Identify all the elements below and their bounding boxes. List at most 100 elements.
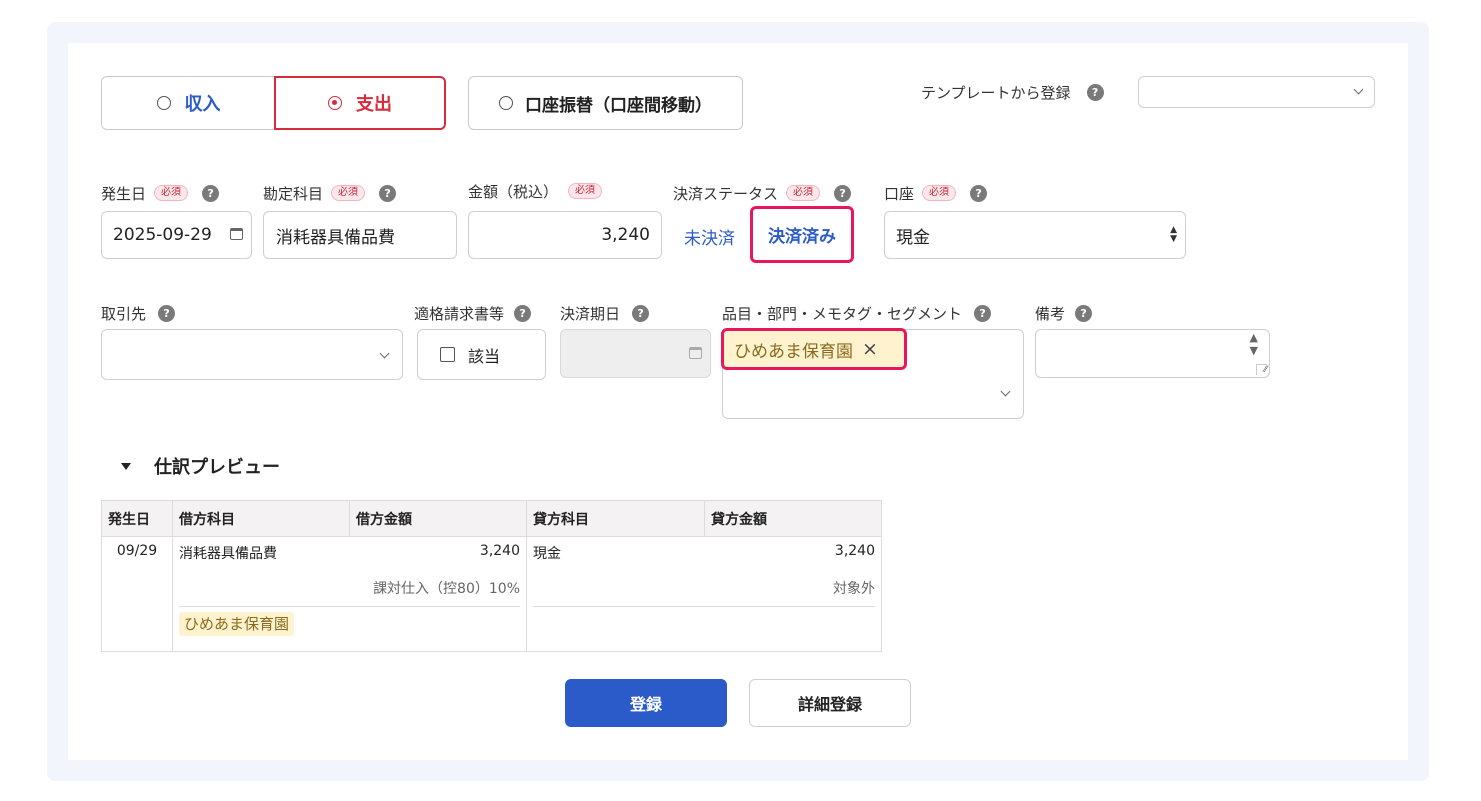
wallet-value: 現金 bbox=[896, 227, 930, 248]
invoice-label-row: 適格請求書等 ? bbox=[414, 303, 532, 323]
credit-cell: 現金 3,240 対象外 bbox=[526, 536, 882, 652]
remarks-label-row: 備考 ? bbox=[1035, 303, 1093, 323]
register-button[interactable]: 登録 bbox=[565, 679, 727, 727]
income-radio[interactable]: 収入 bbox=[101, 76, 276, 130]
detail-register-button[interactable]: 詳細登録 bbox=[749, 679, 911, 727]
checkbox-icon[interactable] bbox=[440, 347, 455, 362]
date-cell: 09/29 bbox=[101, 536, 173, 652]
required-badge: 必須 bbox=[922, 185, 957, 201]
expense-label: 支出 bbox=[356, 94, 392, 115]
date-value: 2025-09-29 bbox=[113, 225, 212, 245]
due-date-input bbox=[560, 329, 711, 378]
credit-account: 現金 bbox=[533, 546, 561, 562]
settled-label: 決済済み bbox=[768, 227, 836, 247]
debit-amount: 3,240 bbox=[479, 543, 520, 559]
help-icon[interactable]: ? bbox=[1086, 83, 1104, 101]
help-icon[interactable]: ? bbox=[834, 184, 852, 202]
debit-tag: ひめあま保育園 bbox=[179, 612, 295, 636]
close-icon[interactable]: × bbox=[862, 338, 878, 360]
credit-line: 現金 3,240 bbox=[533, 543, 875, 563]
header-date: 発生日 bbox=[101, 500, 173, 537]
wallet-select[interactable]: 現金 ▲ ▼ bbox=[884, 211, 1186, 259]
radio-icon bbox=[499, 96, 513, 110]
header-debit-account: 借方科目 bbox=[172, 500, 350, 537]
help-icon[interactable]: ? bbox=[974, 304, 992, 322]
help-icon[interactable]: ? bbox=[514, 304, 532, 322]
help-icon[interactable]: ? bbox=[379, 184, 397, 202]
amount-label-row: 金額（税込） 必須 bbox=[468, 181, 603, 201]
amount-label: 金額（税込） bbox=[468, 182, 559, 201]
header-credit-account: 貸方科目 bbox=[526, 500, 705, 537]
remarks-textarea[interactable]: ▲ ▼ ⁄⁄ bbox=[1035, 329, 1270, 378]
due-date-label-row: 決済期日 ? bbox=[560, 303, 650, 323]
credit-amount: 3,240 bbox=[834, 543, 875, 559]
unsettled-label: 未決済 bbox=[684, 229, 735, 249]
account-item-value: 消耗器具備品費 bbox=[276, 227, 395, 248]
resize-handle-icon[interactable]: ⁄⁄ bbox=[1256, 364, 1267, 375]
preview-toggle[interactable]: 仕訳プレビュー bbox=[121, 453, 280, 479]
register-label: 登録 bbox=[629, 695, 662, 714]
tags-label: 品目・部門・メモタグ・セグメント bbox=[722, 304, 963, 323]
settlement-settled-option[interactable]: 決済済み bbox=[750, 206, 854, 263]
chevron-down-icon bbox=[379, 348, 390, 359]
required-badge: 必須 bbox=[786, 185, 821, 201]
settlement-label-row: 決済ステータス 必須 ? bbox=[673, 183, 852, 203]
account-item-label: 勘定科目 bbox=[263, 184, 324, 203]
help-icon[interactable]: ? bbox=[970, 184, 988, 202]
radio-icon bbox=[156, 96, 171, 110]
help-icon[interactable]: ? bbox=[1075, 304, 1093, 322]
debit-cell: 消耗器具備品費 3,240 課対仕入（控80）10% ひめあま保育園 bbox=[172, 536, 527, 652]
amount-value: 3,240 bbox=[601, 225, 650, 245]
transfer-label: 口座振替（口座間移動） bbox=[525, 95, 712, 116]
select-updown-icon: ▲ ▼ bbox=[1170, 225, 1177, 244]
required-badge: 必須 bbox=[331, 185, 366, 201]
invoice-checkbox-box[interactable]: 該当 bbox=[417, 329, 546, 380]
debit-tax: 課対仕入（控80）10% bbox=[179, 578, 520, 607]
detail-register-label: 詳細登録 bbox=[797, 695, 862, 714]
settlement-status-label: 決済ステータス bbox=[673, 184, 779, 203]
triangle-down-icon bbox=[121, 462, 131, 470]
tag-chip[interactable]: ひめあま保育園 × bbox=[721, 328, 907, 370]
wallet-label: 口座 bbox=[884, 184, 915, 203]
chevron-down-icon bbox=[1353, 84, 1364, 95]
transfer-radio[interactable]: 口座振替（口座間移動） bbox=[468, 76, 743, 130]
template-label: テンプレートから登録 bbox=[921, 83, 1071, 102]
account-item-input[interactable]: 消耗器具備品費 bbox=[263, 211, 457, 259]
chevron-down-icon bbox=[1000, 386, 1011, 397]
partner-label: 取引先 bbox=[101, 304, 147, 323]
date-input[interactable]: 2025-09-29 bbox=[101, 211, 252, 259]
account-item-label-row: 勘定科目 必須 ? bbox=[263, 183, 397, 203]
help-icon[interactable]: ? bbox=[202, 184, 220, 202]
help-icon[interactable]: ? bbox=[158, 304, 176, 322]
template-label-row: テンプレートから登録 ? bbox=[921, 82, 1104, 102]
expense-radio[interactable]: 支出 bbox=[274, 76, 446, 130]
due-date-label: 決済期日 bbox=[560, 304, 621, 323]
credit-tax: 対象外 bbox=[533, 578, 875, 607]
debit-tag-row: ひめあま保育園 bbox=[179, 607, 520, 636]
calendar-icon[interactable] bbox=[230, 228, 243, 240]
journal-preview-table: 発生日 借方科目 借方金額 貸方科目 貸方金額 09/29 消耗器具備品費 3,… bbox=[101, 500, 882, 652]
date-label-row: 発生日 必須 ? bbox=[101, 183, 220, 203]
calendar-icon bbox=[689, 347, 702, 359]
remarks-label: 備考 bbox=[1035, 304, 1066, 323]
spinner-icon[interactable]: ▲ ▼ bbox=[1250, 331, 1258, 357]
partner-select[interactable] bbox=[101, 329, 403, 380]
income-label: 収入 bbox=[184, 94, 221, 115]
preview-title: 仕訳プレビュー bbox=[154, 457, 280, 478]
template-select[interactable] bbox=[1138, 76, 1375, 108]
date-label: 発生日 bbox=[101, 184, 147, 203]
radio-selected-icon bbox=[328, 96, 342, 110]
partner-label-row: 取引先 ? bbox=[101, 303, 176, 323]
table-header-row: 発生日 借方科目 借方金額 貸方科目 貸方金額 bbox=[101, 500, 882, 537]
required-badge: 必須 bbox=[568, 183, 603, 199]
wallet-label-row: 口座 必須 ? bbox=[884, 183, 988, 203]
settlement-unsettled-option[interactable]: 未決済 bbox=[684, 224, 735, 249]
invoice-label: 適格請求書等 bbox=[414, 304, 505, 323]
help-icon[interactable]: ? bbox=[632, 304, 650, 322]
date-value: 09/29 bbox=[116, 543, 158, 559]
debit-line: 消耗器具備品費 3,240 bbox=[179, 543, 520, 563]
tags-label-row: 品目・部門・メモタグ・セグメント ? bbox=[722, 303, 992, 323]
header-debit-amount: 借方金額 bbox=[349, 500, 527, 537]
amount-input[interactable]: 3,240 bbox=[468, 211, 662, 259]
tag-chip-label: ひめあま保育園 bbox=[734, 341, 853, 362]
